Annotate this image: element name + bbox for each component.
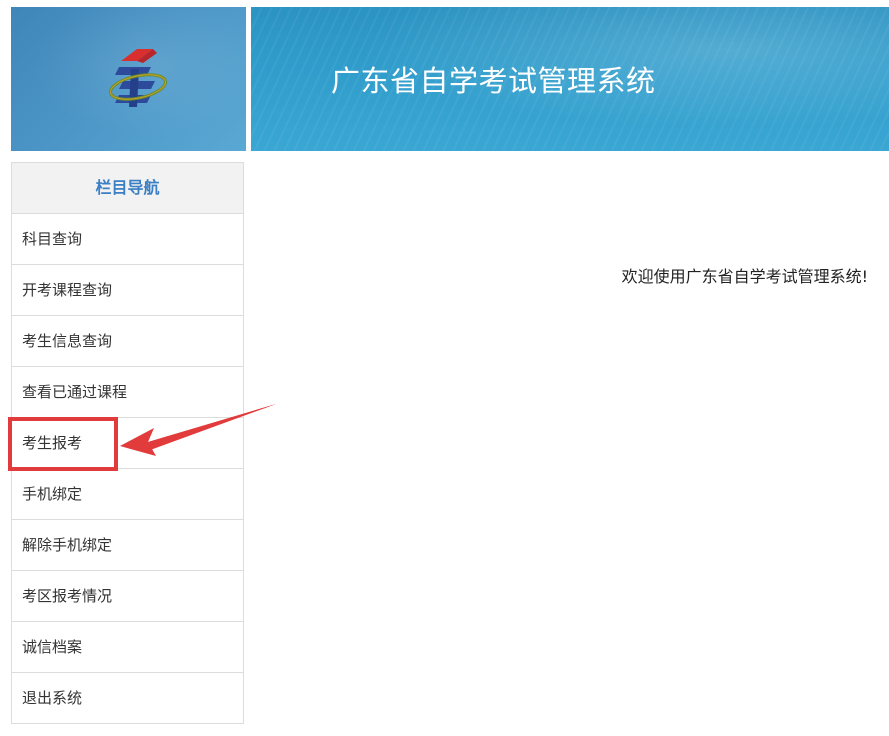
page-title: 广东省自学考试管理系统 [331, 64, 656, 98]
sidebar-item-integrity-record[interactable]: 诚信档案 [12, 622, 243, 673]
sidebar-item-course-schedule-query[interactable]: 开考课程查询 [12, 265, 243, 316]
sidebar-item-exam-registration[interactable]: 考生报考 [12, 418, 243, 469]
sidebar-item-region-registration-status[interactable]: 考区报考情况 [12, 571, 243, 622]
sidebar-item-phone-unbinding[interactable]: 解除手机绑定 [12, 520, 243, 571]
sidebar-item-passed-courses[interactable]: 查看已通过课程 [12, 367, 243, 418]
logo-panel [11, 7, 246, 151]
exam-authority-logo-icon [109, 49, 167, 107]
sidebar-item-logout[interactable]: 退出系统 [12, 673, 243, 724]
sidebar-nav: 栏目导航 科目查询 开考课程查询 考生信息查询 查看已通过课程 考生报考 手机绑… [11, 162, 244, 724]
sidebar-item-candidate-info-query[interactable]: 考生信息查询 [12, 316, 243, 367]
sidebar-header: 栏目导航 [12, 163, 243, 214]
sidebar-item-subject-query[interactable]: 科目查询 [12, 214, 243, 265]
header-banner: 广东省自学考试管理系统 [251, 7, 889, 151]
welcome-message: 欢迎使用广东省自学考试管理系统! [621, 267, 868, 286]
sidebar-item-phone-binding[interactable]: 手机绑定 [12, 469, 243, 520]
